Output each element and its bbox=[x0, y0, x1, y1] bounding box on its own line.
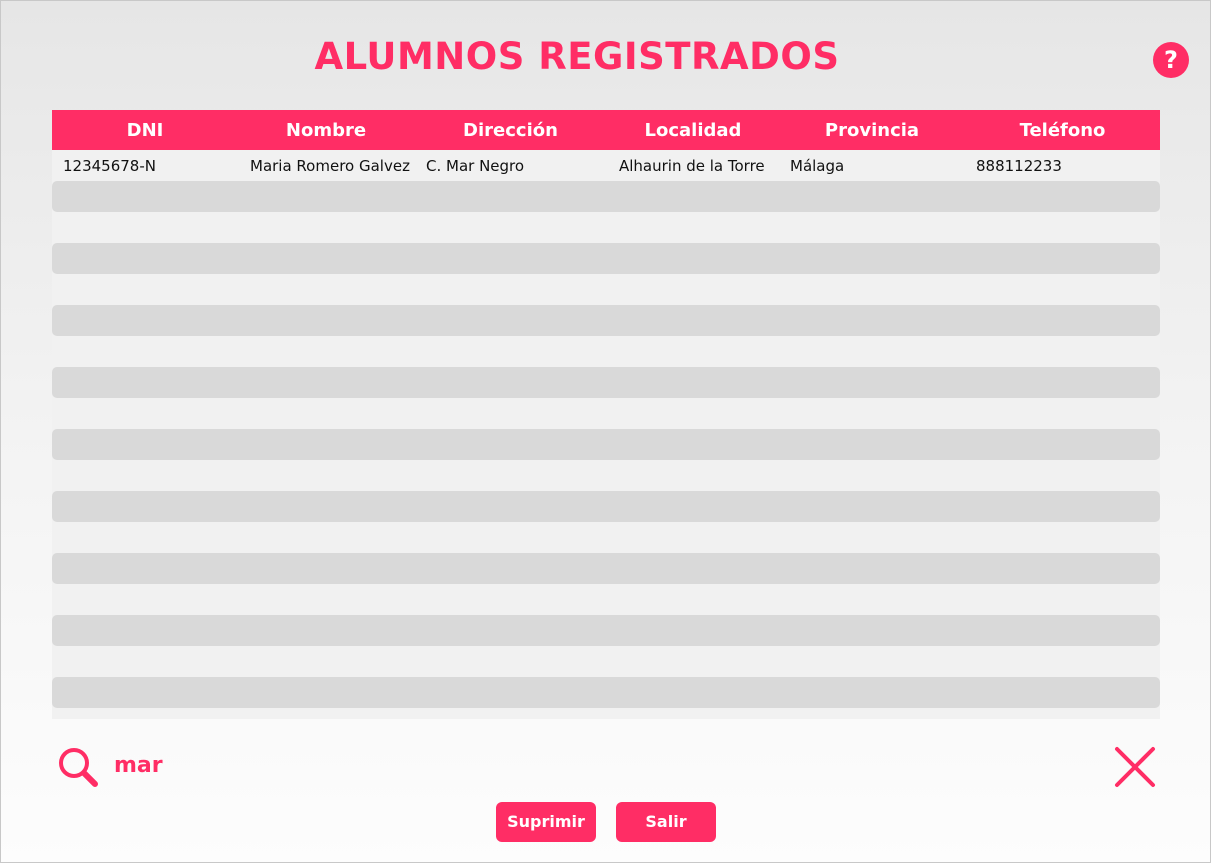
column-header-localidad[interactable]: Localidad bbox=[607, 120, 779, 141]
table-row[interactable] bbox=[52, 398, 1160, 429]
help-button[interactable]: ? bbox=[1153, 42, 1189, 78]
table-row[interactable] bbox=[52, 367, 1160, 398]
table-row[interactable] bbox=[52, 615, 1160, 646]
table-row[interactable] bbox=[52, 584, 1160, 615]
page-title: ALUMNOS REGISTRADOS bbox=[314, 35, 840, 78]
cell-dni: 12345678-N bbox=[63, 156, 156, 175]
search-input[interactable] bbox=[114, 753, 1014, 778]
table-row[interactable] bbox=[52, 274, 1160, 305]
column-header-provincia[interactable]: Provincia bbox=[779, 120, 965, 141]
registered-students-window: ALUMNOS REGISTRADOS ? DNI Nombre Direcci… bbox=[0, 0, 1211, 863]
exit-button[interactable]: Salir bbox=[616, 802, 716, 842]
table-row[interactable] bbox=[52, 646, 1160, 677]
table-row[interactable]: 12345678-N Maria Romero Galvez C. Mar Ne… bbox=[52, 150, 1160, 181]
table-body: 12345678-N Maria Romero Galvez C. Mar Ne… bbox=[52, 150, 1160, 708]
column-header-telefono[interactable]: Teléfono bbox=[965, 120, 1160, 141]
students-table[interactable]: DNI Nombre Dirección Localidad Provincia… bbox=[52, 110, 1160, 719]
column-header-dni[interactable]: DNI bbox=[52, 120, 238, 141]
close-icon[interactable] bbox=[1113, 745, 1157, 789]
table-row[interactable] bbox=[52, 212, 1160, 243]
table-row[interactable] bbox=[52, 491, 1160, 522]
table-row[interactable] bbox=[52, 429, 1160, 460]
cell-telefono: 888112233 bbox=[976, 156, 1062, 175]
table-header: DNI Nombre Dirección Localidad Provincia… bbox=[52, 110, 1160, 150]
table-row[interactable] bbox=[52, 677, 1160, 708]
cell-localidad: Alhaurin de la Torre bbox=[619, 156, 765, 175]
column-header-nombre[interactable]: Nombre bbox=[238, 120, 414, 141]
table-row[interactable] bbox=[52, 553, 1160, 584]
table-row[interactable] bbox=[52, 460, 1160, 491]
table-row[interactable] bbox=[52, 522, 1160, 553]
cell-nombre: Maria Romero Galvez bbox=[250, 156, 410, 175]
search-icon bbox=[59, 748, 98, 787]
column-header-direccion[interactable]: Dirección bbox=[414, 120, 607, 141]
table-row[interactable] bbox=[52, 305, 1160, 336]
table-row[interactable] bbox=[52, 181, 1160, 212]
cell-direccion: C. Mar Negro bbox=[426, 156, 525, 175]
table-row[interactable] bbox=[52, 336, 1160, 367]
delete-button[interactable]: Suprimir bbox=[496, 802, 596, 842]
cell-provincia: Málaga bbox=[790, 156, 845, 175]
table-row[interactable] bbox=[52, 243, 1160, 274]
